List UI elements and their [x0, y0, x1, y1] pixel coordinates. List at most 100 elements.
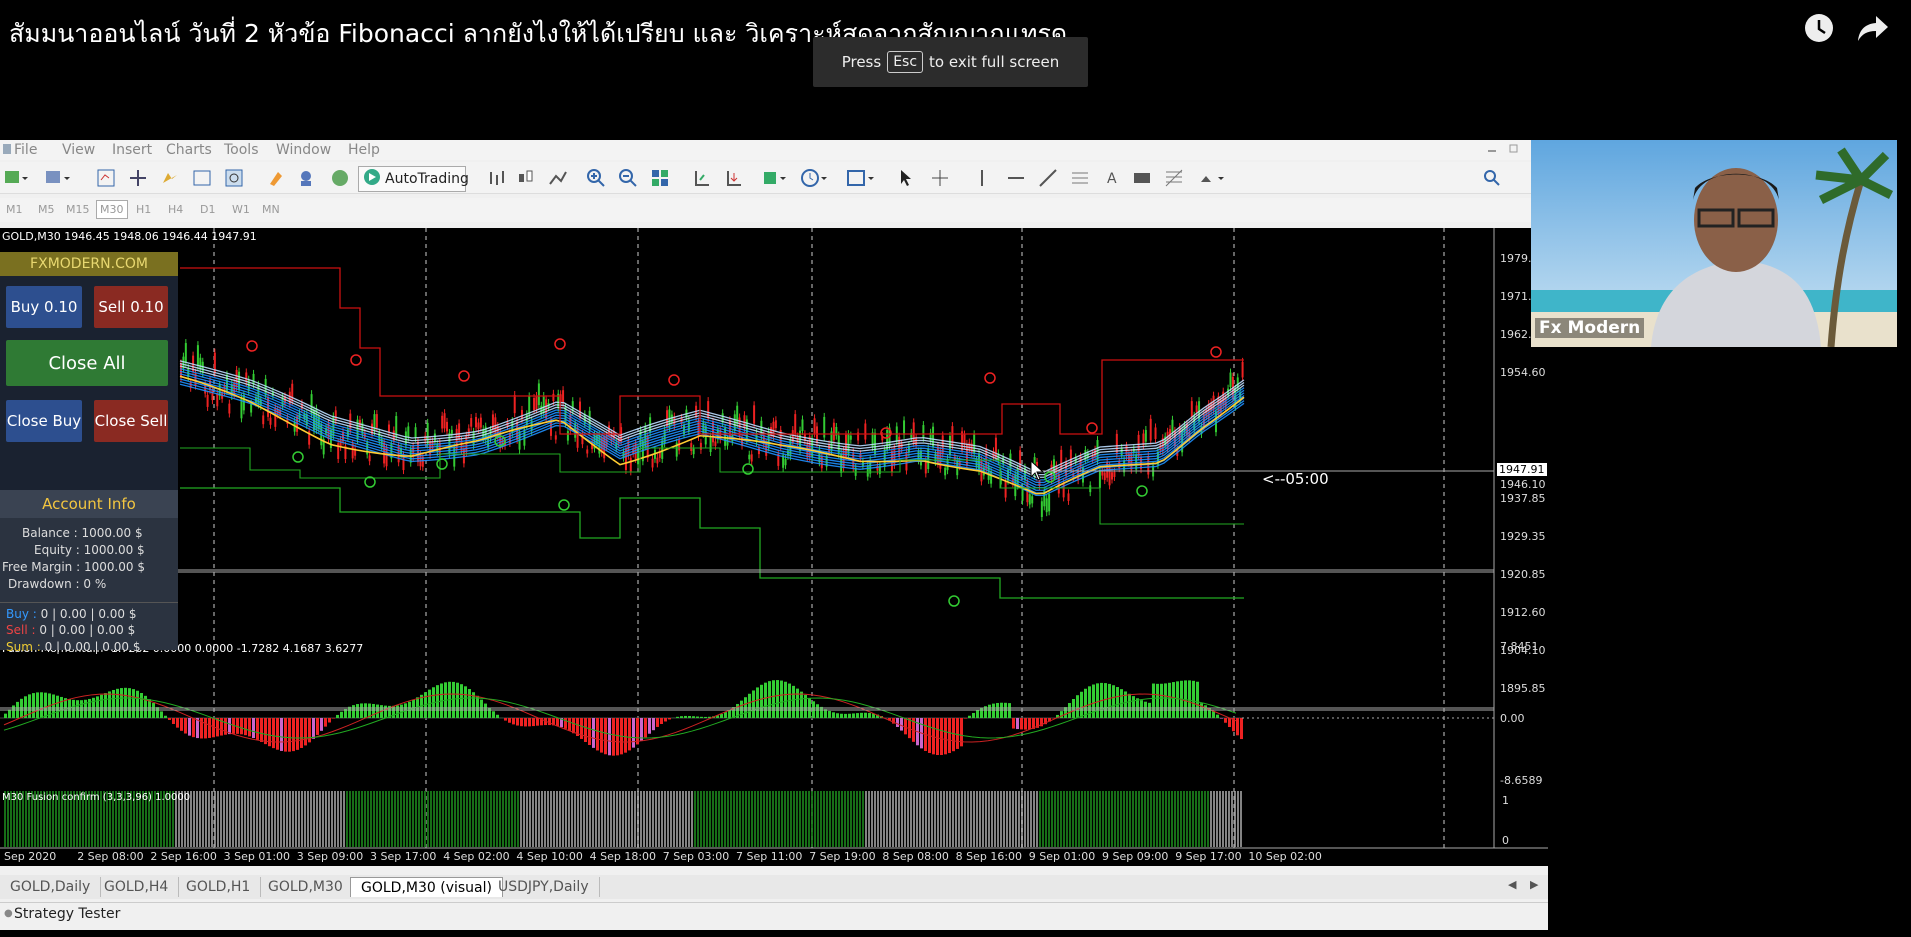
crosshair-move-icon[interactable] [128, 168, 148, 188]
sum-stats-value: 0 | 0.00 | 0.00 $ [44, 640, 141, 654]
price-tick: 1912.60 [1500, 606, 1546, 619]
zoom-out-icon[interactable] [618, 168, 638, 188]
menu-window[interactable]: Window [276, 142, 331, 158]
terminal-icon[interactable] [192, 168, 212, 188]
price-tick: 1920.85 [1500, 568, 1546, 581]
time-tick: 10 Sep 02:00 [1248, 850, 1322, 863]
tab-gold-h1[interactable]: GOLD,H1 [176, 877, 262, 897]
tf-m1[interactable]: M1 [6, 203, 23, 216]
buy-button[interactable]: Buy 0.10 [6, 286, 82, 328]
hint-suffix: to exit full screen [929, 53, 1060, 71]
menu-help[interactable]: Help [348, 142, 380, 158]
watch-later-icon[interactable] [1803, 12, 1835, 48]
navigator-icon[interactable] [160, 168, 180, 188]
line-chart-icon[interactable] [548, 168, 568, 188]
candlestick-icon[interactable] [516, 168, 536, 188]
time-tick: 2 Sep 08:00 [77, 850, 144, 863]
autotrading-button[interactable]: AutoTrading [358, 166, 469, 192]
esc-key: Esc [887, 51, 924, 73]
price-tick: 1895.85 [1500, 682, 1546, 695]
webcam-name: Fx Modern [1535, 318, 1645, 338]
sell-button[interactable]: Sell 0.10 [94, 286, 168, 328]
periods-icon[interactable] [800, 168, 827, 188]
bar-chart-icon[interactable] [486, 168, 506, 188]
time-tick: 8 Sep 16:00 [955, 850, 1023, 863]
panel-brand: FXMODERN.COM [0, 252, 178, 276]
market-icon[interactable] [330, 168, 350, 188]
label-icon[interactable] [1132, 168, 1152, 188]
tf-h1[interactable]: H1 [136, 203, 151, 216]
tab-gold-m30-visual[interactable]: GOLD,M30 (visual) [350, 877, 503, 897]
buy-stats-label: Buy : [6, 607, 37, 621]
share-icon[interactable] [1856, 12, 1890, 48]
webcam-image [1531, 140, 1897, 347]
chart-shift-icon[interactable] [692, 168, 712, 188]
menu-tools[interactable]: Tools [224, 142, 259, 158]
menu-charts[interactable]: Charts [166, 142, 212, 158]
toolbar: AutoTrading A [0, 162, 1548, 194]
minimize-icon[interactable] [1486, 142, 1498, 158]
signals-icon[interactable] [296, 168, 316, 188]
restore-icon[interactable] [1508, 142, 1520, 158]
trendline-icon[interactable] [1038, 168, 1058, 188]
video-player: { "video": { "title": "สัมมนาออนไลน์ วัน… [0, 0, 1911, 937]
time-tick: 3 Sep 17:00 [370, 850, 437, 863]
tf-d1[interactable]: D1 [200, 203, 215, 216]
horizontal-line-icon[interactable] [1006, 168, 1026, 188]
templates-icon[interactable] [846, 168, 874, 188]
indicators-icon[interactable] [762, 168, 786, 188]
tile-windows-icon[interactable] [650, 168, 670, 188]
text-icon[interactable]: A [1102, 168, 1122, 188]
tf-h4[interactable]: H4 [168, 203, 183, 216]
tab-gold-h4[interactable]: GOLD,H4 [94, 877, 180, 897]
buy-stats-value: 0 | 0.00 | 0.00 $ [40, 607, 137, 621]
time-tick: 9 Sep 01:00 [1028, 850, 1096, 863]
menu-view[interactable]: View [62, 142, 95, 158]
menu-insert[interactable]: Insert [112, 142, 152, 158]
search-icon[interactable] [1482, 168, 1502, 188]
metatrader-window: File View Insert Charts Tools Window Hel… [0, 140, 1548, 930]
close-buy-button[interactable]: Close Buy [6, 400, 82, 442]
chart-area[interactable]: GOLD,M30 1946.45 1948.06 1946.44 1947.91… [0, 228, 1548, 866]
tf-mn[interactable]: MN [262, 203, 280, 216]
profiles-icon[interactable] [44, 168, 70, 188]
tf-m30[interactable]: M30 [96, 200, 128, 219]
balance-row: Balance : 1000.00 $ [22, 526, 143, 540]
strategy-tester-label: Strategy Tester [14, 906, 121, 922]
mouse-cursor-icon [1030, 460, 1045, 481]
crosshair-icon[interactable] [930, 168, 950, 188]
market-watch-icon[interactable] [96, 168, 116, 188]
vertical-line-icon[interactable] [972, 168, 992, 188]
strategy-tester-bar[interactable]: ● Strategy Tester [0, 902, 1548, 926]
momentum-tick: 0.00 [1500, 712, 1525, 725]
tab-scroll-right-icon[interactable]: ▶ [1530, 878, 1538, 891]
sell-stats-value: 0 | 0.00 | 0.00 $ [39, 623, 136, 637]
tab-scroll-left-icon[interactable]: ◀ [1508, 878, 1516, 891]
channel-icon[interactable] [1070, 168, 1090, 188]
arrows-icon[interactable] [1198, 168, 1224, 188]
zoom-in-icon[interactable] [586, 168, 606, 188]
tab-gold-daily[interactable]: GOLD,Daily [0, 877, 102, 897]
symbol-info: GOLD,M30 1946.45 1948.06 1946.44 1947.91 [2, 230, 257, 243]
cursor-icon[interactable] [896, 168, 916, 188]
new-chart-icon[interactable] [4, 168, 28, 188]
confirm-label: M30 Fusion confirm (3,3,3,96) 1.0000 [2, 792, 191, 803]
tab-gold-m30[interactable]: GOLD,M30 [258, 877, 354, 897]
tab-usdjpy-daily[interactable]: USDJPY,Daily [488, 877, 600, 897]
time-tick: 4 Sep 02:00 [443, 850, 510, 863]
price-tick: 1954.60 [1500, 366, 1546, 379]
metaeditor-icon[interactable] [266, 168, 286, 188]
tf-w1[interactable]: W1 [232, 203, 250, 216]
menu-file[interactable]: File [14, 142, 37, 158]
autotrading-icon [363, 168, 381, 190]
hint-prefix: Press [841, 53, 882, 71]
account-header: Account Info [0, 490, 178, 518]
fibonacci-icon[interactable] [1164, 168, 1184, 188]
tf-m15[interactable]: M15 [66, 203, 90, 216]
tester-icon[interactable] [224, 168, 244, 188]
close-all-button[interactable]: Close All [6, 340, 168, 386]
close-sell-button[interactable]: Close Sell [94, 400, 168, 442]
autoscroll-icon[interactable] [724, 168, 744, 188]
chart-canvas[interactable] [0, 228, 1548, 866]
tf-m5[interactable]: M5 [38, 203, 55, 216]
